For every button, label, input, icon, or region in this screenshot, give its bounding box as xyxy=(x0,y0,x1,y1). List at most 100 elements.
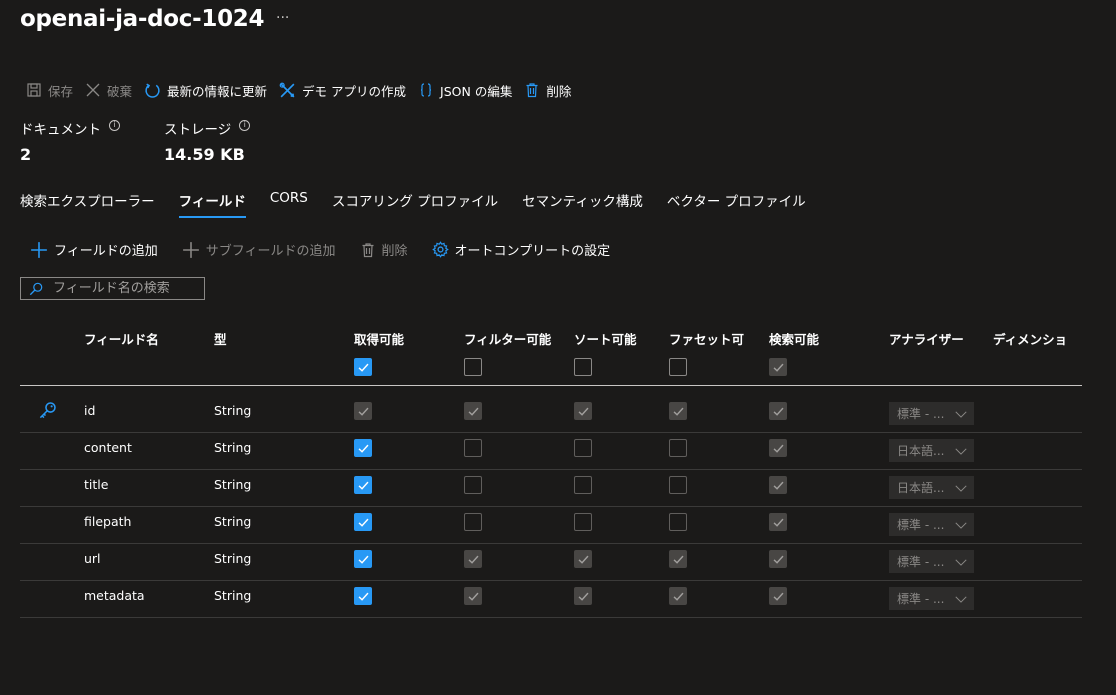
checkmark-icon xyxy=(673,555,684,564)
facetable-checkbox[interactable] xyxy=(669,402,687,420)
retrievable-checkbox[interactable] xyxy=(354,402,372,420)
autocomplete-settings-label: オートコンプリートの設定 xyxy=(454,244,611,259)
save-label: 保存 xyxy=(48,83,74,99)
documents-count: 2 xyxy=(20,145,32,164)
column-header-retrievable[interactable]: 取得可能 xyxy=(354,329,404,348)
refresh-label: 最新の情報に更新 xyxy=(167,83,268,99)
column-header-facetable[interactable]: ファセット可 xyxy=(669,329,757,348)
select-all-retrievable-checkbox[interactable] xyxy=(354,358,372,376)
tab-fields[interactable]: フィールド xyxy=(178,190,247,218)
tab-cors[interactable]: CORS xyxy=(270,190,308,218)
checkmark-icon xyxy=(773,407,784,416)
field-name-cell[interactable]: metadata xyxy=(84,588,145,603)
analyzer-dropdown[interactable]: 標準 - ... xyxy=(889,513,974,536)
column-header-searchable[interactable]: 検索可能 xyxy=(769,329,819,348)
documents-label-text: ドキュメント xyxy=(20,122,101,138)
analyzer-dropdown[interactable]: 標準 - ... xyxy=(889,402,974,425)
row-divider xyxy=(20,580,1082,581)
field-name-cell[interactable]: url xyxy=(84,551,101,566)
save-button[interactable]: 保存 xyxy=(26,81,73,100)
filterable-checkbox[interactable] xyxy=(464,476,482,494)
edit-json-button[interactable]: JSON の編集 xyxy=(418,81,512,100)
add-subfield-button[interactable]: サブフィールドの追加 xyxy=(182,240,336,259)
storage-size: 14.59 KB xyxy=(164,145,245,164)
field-name-cell[interactable]: title xyxy=(84,477,108,492)
field-type-cell: String xyxy=(214,403,252,418)
column-header-name[interactable]: フィールド名 xyxy=(84,329,159,348)
select-all-sortable-checkbox[interactable] xyxy=(574,358,592,376)
searchable-checkbox[interactable] xyxy=(769,402,787,420)
sortable-checkbox[interactable] xyxy=(574,513,592,531)
autocomplete-settings-button[interactable]: オートコンプリートの設定 xyxy=(431,240,611,259)
chevron-down-icon xyxy=(955,410,967,418)
searchable-checkbox[interactable] xyxy=(769,439,787,457)
sortable-checkbox[interactable] xyxy=(574,439,592,457)
more-options-button[interactable]: ··· xyxy=(276,10,289,26)
sortable-checkbox[interactable] xyxy=(574,476,592,494)
searchable-checkbox[interactable] xyxy=(769,513,787,531)
select-all-facetable-checkbox[interactable] xyxy=(669,358,687,376)
column-header-filterable[interactable]: フィルター可能 xyxy=(464,329,559,348)
sortable-checkbox[interactable] xyxy=(574,402,592,420)
checkmark-icon xyxy=(358,444,369,453)
facetable-checkbox[interactable] xyxy=(669,550,687,568)
analyzer-dropdown[interactable]: 標準 - ... xyxy=(889,587,974,610)
create-demo-app-button[interactable]: デモ アプリの作成 xyxy=(279,81,406,100)
facetable-checkbox[interactable] xyxy=(669,476,687,494)
filterable-checkbox[interactable] xyxy=(464,587,482,605)
field-search-box[interactable] xyxy=(20,277,205,300)
delete-field-button[interactable]: 削除 xyxy=(360,240,408,259)
refresh-button[interactable]: 最新の情報に更新 xyxy=(144,81,267,100)
facetable-checkbox[interactable] xyxy=(669,587,687,605)
tab-scoring-profiles[interactable]: スコアリング プロファイル xyxy=(332,190,498,218)
column-header-dimensions[interactable]: ディメンショ xyxy=(993,329,1078,348)
filterable-checkbox[interactable] xyxy=(464,513,482,531)
searchable-checkbox[interactable] xyxy=(769,587,787,605)
facetable-checkbox[interactable] xyxy=(669,513,687,531)
tab-semantic-configurations[interactable]: セマンティック構成 xyxy=(522,190,643,218)
searchable-checkbox[interactable] xyxy=(769,550,787,568)
field-name-cell[interactable]: id xyxy=(84,403,95,418)
checkmark-icon xyxy=(358,407,369,416)
filterable-checkbox[interactable] xyxy=(464,439,482,457)
retrievable-checkbox[interactable] xyxy=(354,550,372,568)
discard-button[interactable]: 破棄 xyxy=(85,81,132,100)
facetable-checkbox[interactable] xyxy=(669,439,687,457)
retrievable-checkbox[interactable] xyxy=(354,587,372,605)
info-icon[interactable]: i xyxy=(109,119,120,131)
analyzer-value: 日本語... xyxy=(897,481,945,495)
checkmark-icon xyxy=(468,555,479,564)
analyzer-dropdown[interactable]: 日本語... xyxy=(889,439,974,462)
select-all-filterable-checkbox[interactable] xyxy=(464,358,482,376)
retrievable-checkbox[interactable] xyxy=(354,439,372,457)
analyzer-dropdown[interactable]: 日本語... xyxy=(889,476,974,499)
filterable-checkbox[interactable] xyxy=(464,402,482,420)
checkmark-icon xyxy=(578,407,589,416)
column-header-type[interactable]: 型 xyxy=(214,329,227,348)
field-name-cell[interactable]: content xyxy=(84,440,132,455)
searchable-checkbox[interactable] xyxy=(769,476,787,494)
checkmark-icon xyxy=(773,444,784,453)
tab-search-explorer[interactable]: 検索エクスプローラー xyxy=(20,190,155,218)
column-header-analyzer[interactable]: アナライザー xyxy=(889,329,964,348)
sortable-checkbox[interactable] xyxy=(574,550,592,568)
tab-vector-profiles[interactable]: ベクター プロファイル xyxy=(667,190,806,218)
column-header-sortable[interactable]: ソート可能 xyxy=(574,329,662,348)
retrievable-checkbox[interactable] xyxy=(354,513,372,531)
documents-stat-label: ドキュメント i xyxy=(20,118,120,138)
delete-field-label: 削除 xyxy=(381,244,408,259)
field-name-cell[interactable]: filepath xyxy=(84,514,131,529)
sortable-checkbox[interactable] xyxy=(574,587,592,605)
info-icon[interactable]: i xyxy=(239,119,251,131)
search-icon xyxy=(29,282,43,295)
select-all-searchable-checkbox[interactable] xyxy=(769,358,787,376)
analyzer-dropdown[interactable]: 標準 - ... xyxy=(889,550,974,573)
row-divider xyxy=(20,432,1082,433)
filterable-checkbox[interactable] xyxy=(464,550,482,568)
delete-index-button[interactable]: 削除 xyxy=(524,81,571,100)
add-field-button[interactable]: フィールドの追加 xyxy=(30,240,158,259)
field-type-cell: String xyxy=(214,440,252,455)
retrievable-checkbox[interactable] xyxy=(354,476,372,494)
row-divider xyxy=(20,469,1082,470)
field-search-input[interactable] xyxy=(53,281,193,296)
